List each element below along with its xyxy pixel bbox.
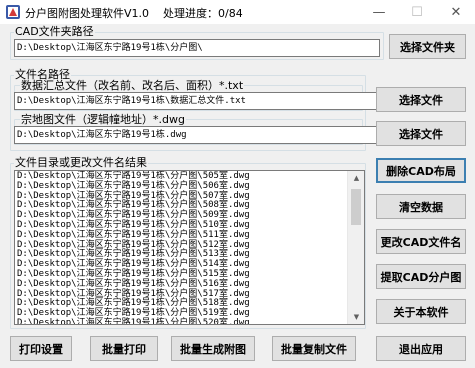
app-title: 分户图附图处理软件V1.0 bbox=[25, 7, 150, 20]
batch-generate-attachments-button[interactable]: 批量生成附图 bbox=[171, 336, 255, 361]
summary-file-path-field[interactable]: D:\Desktop\江海区东宁路19号1栋\数据汇总文件.txt bbox=[14, 92, 380, 110]
list-item[interactable]: D:\Desktop\江海区东宁路19号1栋\分户图\520室.dwg bbox=[17, 318, 347, 324]
scroll-thumb[interactable] bbox=[351, 189, 361, 225]
site-file-path-field[interactable]: D:\Desktop\江海区东宁路19号1栋.dwg bbox=[14, 126, 380, 144]
scroll-up-icon[interactable]: ▲ bbox=[348, 171, 364, 185]
close-icon: ✕ bbox=[450, 4, 462, 20]
window-title: 分户图附图处理软件V1.0 处理进度：0/84 bbox=[25, 5, 243, 21]
scroll-down-icon[interactable]: ▼ bbox=[348, 310, 364, 324]
print-settings-button[interactable]: 打印设置 bbox=[10, 336, 72, 361]
batch-copy-files-button[interactable]: 批量复制文件 bbox=[272, 336, 356, 361]
select-site-file-button[interactable]: 选择文件 bbox=[376, 121, 466, 146]
site-file-label: 宗地图文件（逻辑幢地址）*.dwg bbox=[20, 113, 186, 126]
maximize-button[interactable]: ☐ bbox=[398, 0, 436, 24]
batch-print-button[interactable]: 批量打印 bbox=[90, 336, 158, 361]
maximize-icon: ☐ bbox=[411, 4, 423, 20]
app-icon bbox=[5, 4, 21, 20]
file-list-box[interactable]: D:\Desktop\江海区东宁路19号1栋\分户图\505室.dwg D:\De… bbox=[14, 170, 365, 325]
cad-folder-path-field[interactable]: D:\Desktop\江海区东宁路19号1栋\分户图\ bbox=[14, 39, 380, 57]
file-list-legend: 文件目录或更改文件名结果 bbox=[14, 156, 148, 169]
summary-file-label: 数据汇总文件（改名前、改名后、面积）*.txt bbox=[20, 79, 245, 92]
close-button[interactable]: ✕ bbox=[437, 0, 475, 24]
clear-data-button[interactable]: 清空数据 bbox=[376, 194, 466, 219]
exit-app-button[interactable]: 退出应用 bbox=[376, 336, 466, 361]
about-button[interactable]: 关于本软件 bbox=[376, 299, 466, 324]
rename-cad-file-button[interactable]: 更改CAD文件名 bbox=[376, 229, 466, 254]
extract-cad-plan-button[interactable]: 提取CAD分户图 bbox=[376, 264, 466, 289]
file-list-lines: D:\Desktop\江海区东宁路19号1栋\分户图\505室.dwg D:\De… bbox=[17, 171, 347, 324]
cad-folder-legend: CAD文件夹路径 bbox=[14, 25, 95, 38]
select-folder-button[interactable]: 选择文件夹 bbox=[389, 34, 466, 59]
minimize-icon: — bbox=[372, 4, 386, 20]
delete-cad-layout-button[interactable]: 删除CAD布局 bbox=[376, 158, 466, 183]
vertical-scrollbar[interactable]: ▲ ▼ bbox=[347, 171, 364, 324]
select-summary-file-button[interactable]: 选择文件 bbox=[376, 87, 466, 112]
title-bar: 分户图附图处理软件V1.0 处理进度：0/84 — ☐ ✕ bbox=[0, 0, 475, 24]
progress-text: 处理进度：0/84 bbox=[163, 7, 243, 20]
minimize-button[interactable]: — bbox=[360, 0, 398, 24]
